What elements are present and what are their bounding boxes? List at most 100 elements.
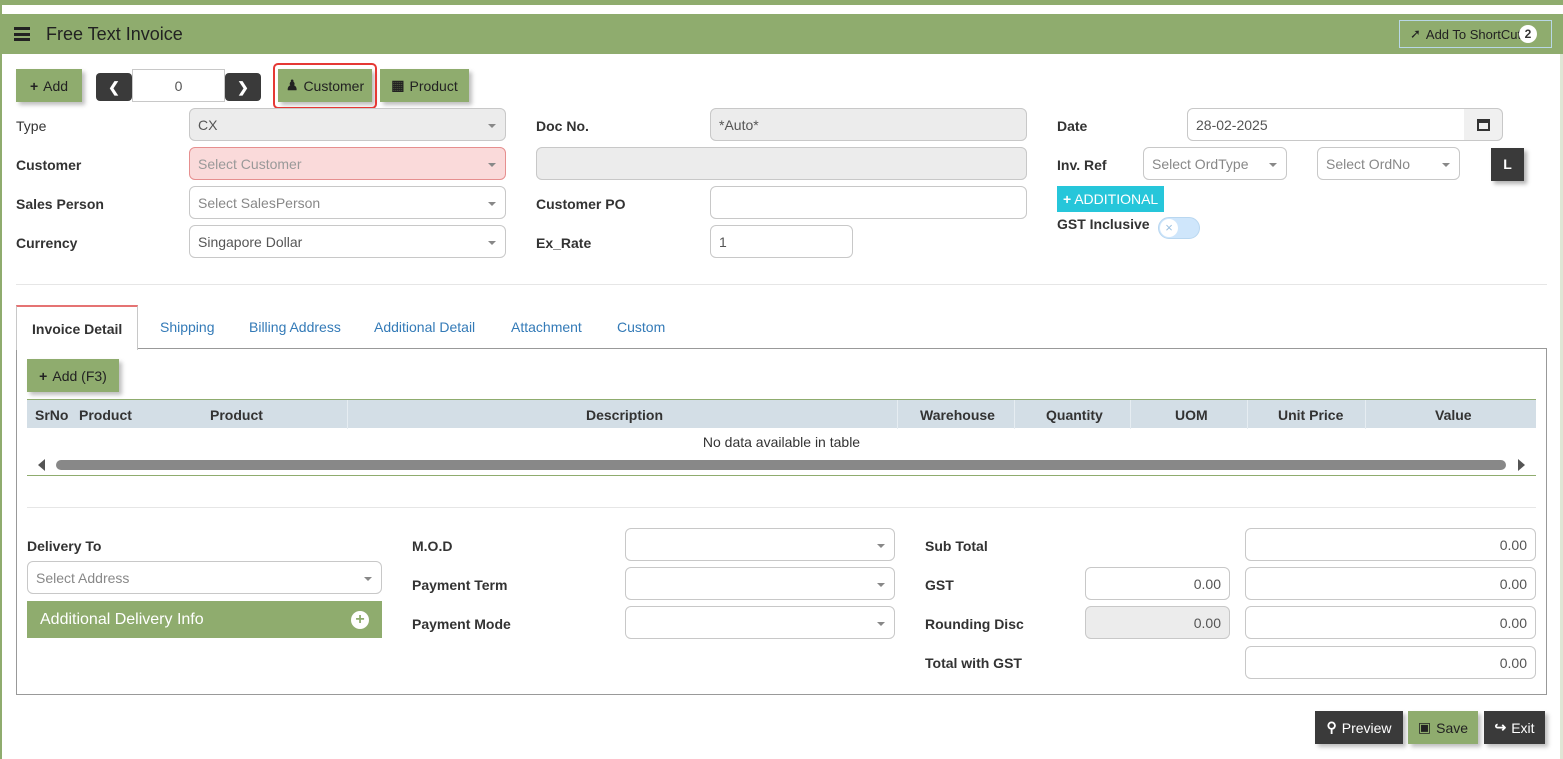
exit-button[interactable]: ↪ Exit xyxy=(1484,711,1545,744)
tab-additional-detail[interactable]: Additional Detail xyxy=(374,305,475,349)
tab-shipping[interactable]: Shipping xyxy=(160,305,215,349)
additional-button[interactable]: + ADDITIONAL xyxy=(1057,186,1164,212)
ex-rate-input[interactable]: 1 xyxy=(710,225,853,258)
shortcut-count-badge: 2 xyxy=(1519,25,1537,43)
mod-select[interactable] xyxy=(625,528,895,561)
gst-label: GST xyxy=(925,577,954,593)
type-label: Type xyxy=(16,118,47,134)
date-label: Date xyxy=(1057,118,1088,134)
column-unit-price[interactable]: Unit Price xyxy=(1278,407,1343,423)
currency-label: Currency xyxy=(16,235,78,251)
doc-no-field: *Auto* xyxy=(710,108,1027,141)
customer-select[interactable]: Select Customer xyxy=(189,147,506,180)
add-label: Add xyxy=(43,77,69,94)
column-value[interactable]: Value xyxy=(1435,407,1472,423)
save-button[interactable]: ▣ Save xyxy=(1408,711,1478,744)
ord-type-select[interactable]: Select OrdType xyxy=(1143,147,1287,180)
l-button[interactable]: L xyxy=(1491,148,1524,181)
additional-label: ADDITIONAL xyxy=(1074,191,1159,207)
scroll-right-icon[interactable] xyxy=(1518,459,1525,471)
calendar-icon xyxy=(1477,119,1490,131)
add-line-label: Add (F3) xyxy=(52,367,107,384)
gst-inclusive-toggle[interactable]: × xyxy=(1158,217,1200,239)
total-with-gst-field: 0.00 xyxy=(1245,646,1536,679)
payment-term-select[interactable] xyxy=(625,567,895,600)
save-label: Save xyxy=(1436,719,1469,736)
table-header: SrNo Product Product Description Warehou… xyxy=(27,399,1536,429)
total-with-gst-label: Total with GST xyxy=(925,655,1022,671)
rounding-amount-field: 0.00 xyxy=(1245,606,1536,639)
add-line-button[interactable]: + Add (F3) xyxy=(27,359,119,392)
top-stripe xyxy=(0,0,1563,5)
chevron-left-icon: ❮ xyxy=(108,78,120,95)
plus-icon: + xyxy=(29,77,39,94)
column-product-code[interactable]: Product xyxy=(79,407,132,423)
type-select[interactable]: CX xyxy=(189,108,506,141)
search-icon: ⚲ xyxy=(1326,719,1337,735)
shortcut-label: Add To ShortCut xyxy=(1425,26,1522,42)
horizontal-scrollbar[interactable] xyxy=(56,460,1506,470)
rounding-rate-field: 0.00 xyxy=(1085,606,1230,639)
currency-select[interactable]: Singapore Dollar xyxy=(189,225,506,258)
sales-person-label: Sales Person xyxy=(16,196,104,212)
payment-mode-label: Payment Mode xyxy=(412,616,511,632)
sales-person-select[interactable]: Select SalesPerson xyxy=(189,186,506,219)
page-title: Free Text Invoice xyxy=(46,24,183,44)
scroll-left-icon[interactable] xyxy=(38,459,45,471)
gst-inclusive-label: GST Inclusive xyxy=(1057,216,1150,232)
plus-icon: + xyxy=(39,367,48,384)
add-button[interactable]: + Add xyxy=(16,69,82,102)
tab-billing-address[interactable]: Billing Address xyxy=(249,305,341,349)
tab-attachment[interactable]: Attachment xyxy=(511,305,582,349)
payment-mode-select[interactable] xyxy=(625,606,895,639)
product-button[interactable]: ▦ Product xyxy=(380,69,469,102)
sub-total-field: 0.00 xyxy=(1245,528,1536,561)
gift-icon: ▦ xyxy=(391,77,405,93)
column-srno[interactable]: SrNo xyxy=(35,407,68,423)
sub-total-label: Sub Total xyxy=(925,538,988,554)
preview-button[interactable]: ⚲ Preview xyxy=(1315,711,1403,744)
delivery-address-select[interactable]: Select Address xyxy=(27,561,382,594)
next-record-button[interactable]: ❯ xyxy=(225,73,261,101)
rounding-disc-label: Rounding Disc xyxy=(925,616,1024,632)
ex-rate-label: Ex_Rate xyxy=(536,235,592,251)
gst-amount-field: 0.00 xyxy=(1245,567,1536,600)
date-picker-button[interactable] xyxy=(1464,108,1503,141)
date-input[interactable]: 28-02-2025 xyxy=(1187,108,1465,141)
section-divider xyxy=(16,284,1547,285)
doc-no-label: Doc No. xyxy=(536,118,589,134)
additional-delivery-info-toggle[interactable]: Additional Delivery Info + xyxy=(27,601,382,638)
customer-name-field xyxy=(536,147,1027,180)
product-button-label: Product xyxy=(409,77,458,94)
close-icon: × xyxy=(1160,219,1178,237)
sign-out-icon: ↪ xyxy=(1494,719,1507,735)
customer-po-input[interactable] xyxy=(710,186,1027,219)
additional-delivery-label: Additional Delivery Info xyxy=(40,611,204,628)
column-quantity[interactable]: Quantity xyxy=(1046,407,1103,423)
customer-po-label: Customer PO xyxy=(536,196,626,212)
column-warehouse[interactable]: Warehouse xyxy=(920,407,995,423)
plus-circle-icon: + xyxy=(351,611,369,629)
column-product[interactable]: Product xyxy=(210,407,263,423)
delivery-to-label: Delivery To xyxy=(27,538,102,554)
column-description[interactable]: Description xyxy=(586,407,663,423)
menu-icon[interactable] xyxy=(14,27,30,41)
chevron-right-icon: ❯ xyxy=(237,78,249,95)
gst-rate-input[interactable]: 0.00 xyxy=(1085,567,1230,600)
customer-label: Customer xyxy=(16,157,82,173)
exit-label: Exit xyxy=(1511,719,1535,736)
tab-invoice-detail[interactable]: Invoice Detail xyxy=(16,305,139,350)
add-to-shortcut-button[interactable]: ➚ Add To ShortCut 2 xyxy=(1399,20,1552,48)
column-uom[interactable]: UOM xyxy=(1175,407,1208,423)
plus-icon: + xyxy=(1063,191,1072,207)
ord-no-select[interactable]: Select OrdNo xyxy=(1317,147,1460,180)
rocket-icon: ➚ xyxy=(1410,26,1421,41)
tab-custom[interactable]: Custom xyxy=(617,305,665,349)
customer-button-highlight xyxy=(273,63,377,109)
preview-label: Preview xyxy=(1341,719,1392,736)
table-bottom-line xyxy=(27,475,1536,476)
inv-ref-label: Inv. Ref xyxy=(1057,157,1107,173)
record-index-input[interactable]: 0 xyxy=(132,69,225,102)
previous-record-button[interactable]: ❮ xyxy=(96,73,132,101)
payment-term-label: Payment Term xyxy=(412,577,508,593)
